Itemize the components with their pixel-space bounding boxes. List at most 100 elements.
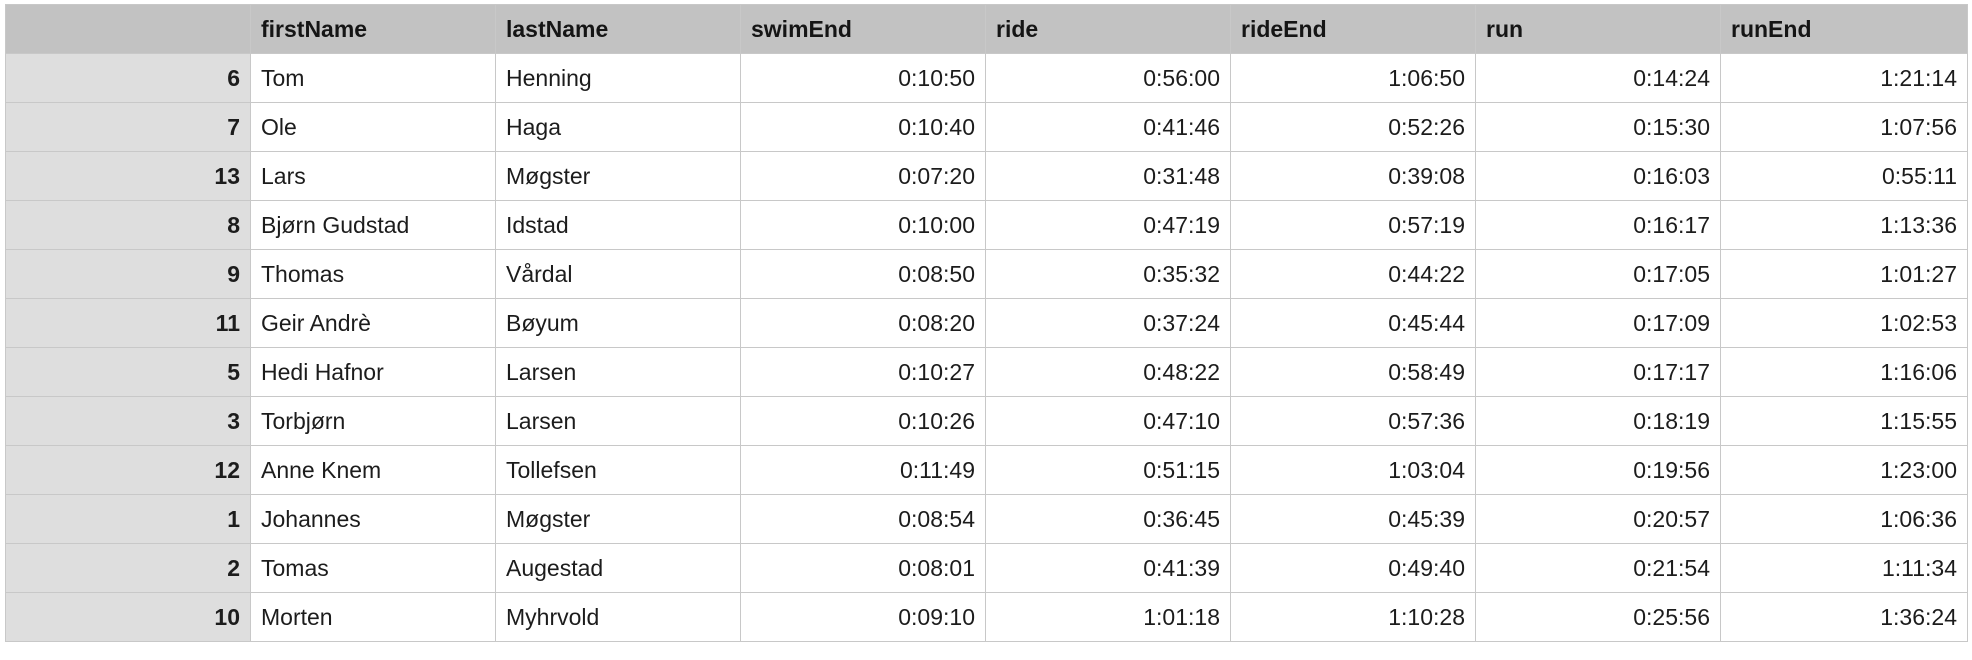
cell-rideend[interactable]: 1:06:50 xyxy=(1230,53,1476,103)
cell-run[interactable]: 0:16:17 xyxy=(1475,200,1721,250)
cell-swimend[interactable]: 0:08:54 xyxy=(740,494,986,544)
cell-run[interactable]: 0:25:56 xyxy=(1475,592,1721,642)
cell-rideend[interactable]: 0:57:36 xyxy=(1230,396,1476,446)
cell-lastname[interactable]: Larsen xyxy=(495,396,741,446)
cell-firstname[interactable]: Johannes xyxy=(250,494,496,544)
corner-cell[interactable] xyxy=(5,4,251,54)
cell-run[interactable]: 0:17:05 xyxy=(1475,249,1721,299)
column-header-rideend[interactable]: rideEnd xyxy=(1230,4,1476,54)
cell-ride[interactable]: 0:47:10 xyxy=(985,396,1231,446)
cell-ride[interactable]: 0:35:32 xyxy=(985,249,1231,299)
cell-swimend[interactable]: 0:08:50 xyxy=(740,249,986,299)
cell-rideend[interactable]: 0:58:49 xyxy=(1230,347,1476,397)
cell-ride[interactable]: 0:56:00 xyxy=(985,53,1231,103)
row-header[interactable]: 2 xyxy=(5,543,251,593)
cell-swimend[interactable]: 0:10:50 xyxy=(740,53,986,103)
cell-firstname[interactable]: Geir Andrè xyxy=(250,298,496,348)
cell-rideend[interactable]: 0:39:08 xyxy=(1230,151,1476,201)
cell-swimend[interactable]: 0:08:20 xyxy=(740,298,986,348)
cell-swimend[interactable]: 0:09:10 xyxy=(740,592,986,642)
cell-firstname[interactable]: Ole xyxy=(250,102,496,152)
column-header-runend[interactable]: runEnd xyxy=(1720,4,1968,54)
row-header[interactable]: 13 xyxy=(5,151,251,201)
cell-rideend[interactable]: 0:57:19 xyxy=(1230,200,1476,250)
cell-run[interactable]: 0:16:03 xyxy=(1475,151,1721,201)
cell-swimend[interactable]: 0:11:49 xyxy=(740,445,986,495)
cell-firstname[interactable]: Tomas xyxy=(250,543,496,593)
cell-lastname[interactable]: Bøyum xyxy=(495,298,741,348)
cell-runend[interactable]: 1:13:36 xyxy=(1720,200,1968,250)
cell-runend[interactable]: 1:21:14 xyxy=(1720,53,1968,103)
cell-swimend[interactable]: 0:10:40 xyxy=(740,102,986,152)
cell-run[interactable]: 0:17:09 xyxy=(1475,298,1721,348)
row-header[interactable]: 11 xyxy=(5,298,251,348)
column-header-lastname[interactable]: lastName xyxy=(495,4,741,54)
cell-ride[interactable]: 0:48:22 xyxy=(985,347,1231,397)
cell-runend[interactable]: 1:36:24 xyxy=(1720,592,1968,642)
cell-runend[interactable]: 1:15:55 xyxy=(1720,396,1968,446)
cell-runend[interactable]: 1:01:27 xyxy=(1720,249,1968,299)
row-header[interactable]: 9 xyxy=(5,249,251,299)
cell-lastname[interactable]: Henning xyxy=(495,53,741,103)
cell-run[interactable]: 0:14:24 xyxy=(1475,53,1721,103)
cell-firstname[interactable]: Morten xyxy=(250,592,496,642)
cell-lastname[interactable]: Møgster xyxy=(495,151,741,201)
cell-ride[interactable]: 0:41:39 xyxy=(985,543,1231,593)
row-header[interactable]: 5 xyxy=(5,347,251,397)
cell-firstname[interactable]: Tom xyxy=(250,53,496,103)
row-header[interactable]: 12 xyxy=(5,445,251,495)
cell-ride[interactable]: 0:36:45 xyxy=(985,494,1231,544)
cell-runend[interactable]: 0:55:11 xyxy=(1720,151,1968,201)
cell-runend[interactable]: 1:02:53 xyxy=(1720,298,1968,348)
row-header[interactable]: 10 xyxy=(5,592,251,642)
cell-rideend[interactable]: 0:44:22 xyxy=(1230,249,1476,299)
cell-runend[interactable]: 1:11:34 xyxy=(1720,543,1968,593)
cell-rideend[interactable]: 1:03:04 xyxy=(1230,445,1476,495)
row-header[interactable]: 6 xyxy=(5,53,251,103)
column-header-firstname[interactable]: firstName xyxy=(250,4,496,54)
cell-swimend[interactable]: 0:10:00 xyxy=(740,200,986,250)
cell-lastname[interactable]: Larsen xyxy=(495,347,741,397)
cell-lastname[interactable]: Augestad xyxy=(495,543,741,593)
cell-swimend[interactable]: 0:10:27 xyxy=(740,347,986,397)
cell-firstname[interactable]: Hedi Hafnor xyxy=(250,347,496,397)
cell-ride[interactable]: 0:31:48 xyxy=(985,151,1231,201)
column-header-swimend[interactable]: swimEnd xyxy=(740,4,986,54)
cell-runend[interactable]: 1:23:00 xyxy=(1720,445,1968,495)
cell-rideend[interactable]: 1:10:28 xyxy=(1230,592,1476,642)
cell-firstname[interactable]: Torbjørn xyxy=(250,396,496,446)
cell-runend[interactable]: 1:06:36 xyxy=(1720,494,1968,544)
cell-rideend[interactable]: 0:49:40 xyxy=(1230,543,1476,593)
column-header-run[interactable]: run xyxy=(1475,4,1721,54)
row-header[interactable]: 3 xyxy=(5,396,251,446)
cell-run[interactable]: 0:15:30 xyxy=(1475,102,1721,152)
column-header-ride[interactable]: ride xyxy=(985,4,1231,54)
cell-runend[interactable]: 1:16:06 xyxy=(1720,347,1968,397)
cell-lastname[interactable]: Haga xyxy=(495,102,741,152)
cell-lastname[interactable]: Tollefsen xyxy=(495,445,741,495)
cell-firstname[interactable]: Lars xyxy=(250,151,496,201)
cell-firstname[interactable]: Bjørn Gudstad xyxy=(250,200,496,250)
cell-rideend[interactable]: 0:45:44 xyxy=(1230,298,1476,348)
cell-ride[interactable]: 0:51:15 xyxy=(985,445,1231,495)
cell-run[interactable]: 0:21:54 xyxy=(1475,543,1721,593)
cell-run[interactable]: 0:20:57 xyxy=(1475,494,1721,544)
cell-firstname[interactable]: Anne Knem xyxy=(250,445,496,495)
cell-runend[interactable]: 1:07:56 xyxy=(1720,102,1968,152)
cell-firstname[interactable]: Thomas xyxy=(250,249,496,299)
cell-lastname[interactable]: Møgster xyxy=(495,494,741,544)
cell-rideend[interactable]: 0:45:39 xyxy=(1230,494,1476,544)
cell-lastname[interactable]: Idstad xyxy=(495,200,741,250)
cell-ride[interactable]: 0:37:24 xyxy=(985,298,1231,348)
cell-swimend[interactable]: 0:07:20 xyxy=(740,151,986,201)
cell-lastname[interactable]: Vårdal xyxy=(495,249,741,299)
cell-ride[interactable]: 0:41:46 xyxy=(985,102,1231,152)
cell-lastname[interactable]: Myhrvold xyxy=(495,592,741,642)
row-header[interactable]: 8 xyxy=(5,200,251,250)
cell-run[interactable]: 0:17:17 xyxy=(1475,347,1721,397)
cell-swimend[interactable]: 0:08:01 xyxy=(740,543,986,593)
row-header[interactable]: 1 xyxy=(5,494,251,544)
row-header[interactable]: 7 xyxy=(5,102,251,152)
cell-swimend[interactable]: 0:10:26 xyxy=(740,396,986,446)
cell-rideend[interactable]: 0:52:26 xyxy=(1230,102,1476,152)
